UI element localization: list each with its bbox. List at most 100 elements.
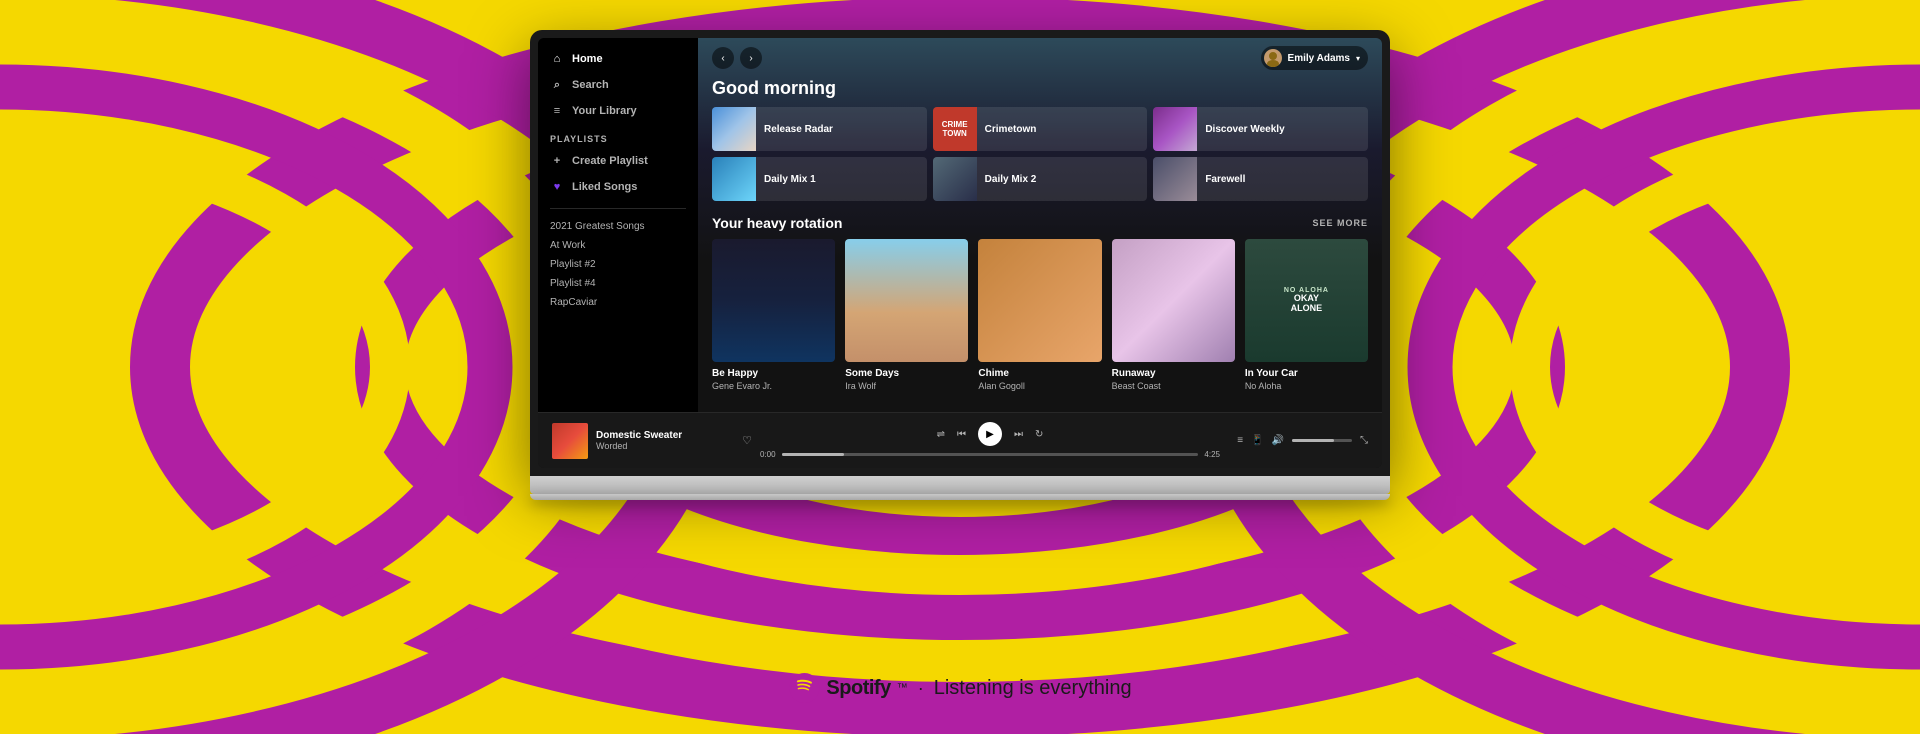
greeting-card-release-radar[interactable]: Release Radar xyxy=(712,107,927,151)
track-artist: Worded xyxy=(596,441,734,451)
nav-forward-button[interactable]: › xyxy=(740,47,762,69)
fullscreen-button[interactable]: ⤡ xyxy=(1360,435,1368,446)
bottom-branding: Spotify ™ · Listening is everything xyxy=(788,672,1131,704)
volume-slider[interactable] xyxy=(1292,439,1352,442)
some-days-title: Some Days xyxy=(845,368,968,379)
spotify-logo: Spotify ™ xyxy=(788,672,907,704)
repeat-button[interactable]: ↻ xyxy=(1035,429,1043,440)
in-your-car-artist: No Aloha xyxy=(1245,381,1368,391)
rotation-card-be-happy[interactable]: Be Happy Gene Evaro Jr. xyxy=(712,239,835,391)
sidebar-item-search[interactable]: ⌕ Search xyxy=(538,72,698,98)
chime-art xyxy=(978,239,1101,362)
greeting-card-daily-mix-2[interactable]: Daily Mix 2 xyxy=(933,157,1148,201)
prev-button[interactable]: ⏮ xyxy=(957,429,966,440)
nav-buttons: ‹ › xyxy=(712,47,762,69)
rotation-card-chime[interactable]: Chime Alan Gogoll xyxy=(978,239,1101,391)
app-window: ⌂ Home ⌕ Search ≡ Your Library PLAYLISTS… xyxy=(538,38,1382,468)
volume-icon: 🔊 xyxy=(1272,435,1284,446)
playlist-item[interactable]: RapCaviar xyxy=(538,293,698,312)
queue-button[interactable]: ≡ xyxy=(1237,435,1243,446)
laptop-base xyxy=(530,476,1390,494)
in-your-car-title: In Your Car xyxy=(1245,368,1368,379)
runaway-art xyxy=(1112,239,1235,362)
daily-mix-1-art xyxy=(712,157,756,201)
create-playlist-button[interactable]: + Create Playlist xyxy=(538,148,698,174)
spotify-icon xyxy=(788,672,820,704)
player-bar: Domestic Sweater Worded ♡ ⇌ ⏮ ▶ ⏭ ↻ 0:00 xyxy=(538,412,1382,468)
progress-fill xyxy=(782,453,845,456)
in-your-car-art: NO ALOHA OKAYALONE xyxy=(1245,239,1368,362)
rotation-card-runaway[interactable]: Runaway Beast Coast xyxy=(1112,239,1235,391)
release-radar-title: Release Radar xyxy=(764,124,833,135)
plus-icon: + xyxy=(550,154,564,168)
some-days-artist: Ira Wolf xyxy=(845,381,968,391)
laptop-foot xyxy=(530,494,1390,500)
discover-weekly-title: Discover Weekly xyxy=(1205,124,1284,135)
rotation-title: Your heavy rotation xyxy=(712,215,842,231)
now-playing: Domestic Sweater Worded ♡ xyxy=(552,423,752,459)
playlist-item[interactable]: At Work xyxy=(538,236,698,255)
liked-songs-button[interactable]: ♥ Liked Songs xyxy=(538,174,698,200)
next-button[interactable]: ⏭ xyxy=(1014,429,1023,440)
search-icon: ⌕ xyxy=(550,78,564,92)
time-total: 4:25 xyxy=(1204,450,1220,459)
shuffle-button[interactable]: ⇌ xyxy=(937,429,945,440)
chime-title: Chime xyxy=(978,368,1101,379)
sidebar: ⌂ Home ⌕ Search ≡ Your Library PLAYLISTS… xyxy=(538,38,698,412)
discover-weekly-art xyxy=(1153,107,1197,151)
nav-back-button[interactable]: ‹ xyxy=(712,47,734,69)
library-icon: ≡ xyxy=(550,104,564,118)
crimetown-art: CRIME TOWN xyxy=(933,107,977,151)
greeting-grid: Release Radar CRIME TOWN Crimetown Disco… xyxy=(698,107,1382,215)
tagline: Listening is everything xyxy=(934,677,1132,700)
play-pause-button[interactable]: ▶ xyxy=(978,422,1002,446)
main-content: ‹ › Emily Adams ▾ xyxy=(698,38,1382,412)
daily-mix-2-title: Daily Mix 2 xyxy=(985,174,1037,185)
playlist-item[interactable]: Playlist #4 xyxy=(538,274,698,293)
runaway-title: Runaway xyxy=(1112,368,1235,379)
daily-mix-2-art xyxy=(933,157,977,201)
devices-button[interactable]: 📱 xyxy=(1251,435,1263,446)
progress-bar-container: 0:00 4:25 xyxy=(760,450,1220,459)
user-name: Emily Adams xyxy=(1288,53,1350,64)
sidebar-item-home[interactable]: ⌂ Home xyxy=(538,46,698,72)
user-avatar xyxy=(1264,49,1282,67)
greeting-card-discover-weekly[interactable]: Discover Weekly xyxy=(1153,107,1368,151)
be-happy-title: Be Happy xyxy=(712,368,835,379)
playlist-item[interactable]: Playlist #2 xyxy=(538,255,698,274)
greeting-card-crimetown[interactable]: CRIME TOWN Crimetown xyxy=(933,107,1148,151)
home-icon: ⌂ xyxy=(550,52,564,66)
volume-fill xyxy=(1292,439,1334,442)
chevron-down-icon: ▾ xyxy=(1356,54,1360,63)
user-menu-button[interactable]: Emily Adams ▾ xyxy=(1261,46,1368,70)
rotation-grid: Be Happy Gene Evaro Jr. Some Days Ira Wo… xyxy=(698,239,1382,405)
now-playing-art xyxy=(552,423,588,459)
time-current: 0:00 xyxy=(760,450,776,459)
release-radar-art xyxy=(712,107,756,151)
greeting-card-daily-mix-1[interactable]: Daily Mix 1 xyxy=(712,157,927,201)
rotation-card-some-days[interactable]: Some Days Ira Wolf xyxy=(845,239,968,391)
player-right-controls: ≡ 📱 🔊 ⤡ xyxy=(1228,435,1368,446)
spotify-wordmark: Spotify xyxy=(826,677,890,700)
greeting-card-farewell[interactable]: Farewell xyxy=(1153,157,1368,201)
laptop-mockup: ⌂ Home ⌕ Search ≡ Your Library PLAYLISTS… xyxy=(530,30,1390,500)
rotation-card-in-your-car[interactable]: NO ALOHA OKAYALONE In Your Car No Aloha xyxy=(1245,239,1368,391)
progress-track[interactable] xyxy=(782,453,1199,456)
be-happy-art xyxy=(712,239,835,362)
runaway-artist: Beast Coast xyxy=(1112,381,1235,391)
playlist-item[interactable]: 2021 Greatest Songs xyxy=(538,217,698,236)
now-playing-info: Domestic Sweater Worded xyxy=(596,430,734,451)
sidebar-item-library[interactable]: ≡ Your Library xyxy=(538,98,698,124)
rotation-header: Your heavy rotation SEE MORE xyxy=(698,215,1382,239)
be-happy-artist: Gene Evaro Jr. xyxy=(712,381,835,391)
topbar: ‹ › Emily Adams ▾ xyxy=(698,38,1382,78)
heart-icon: ♥ xyxy=(550,180,564,194)
farewell-title: Farewell xyxy=(1205,174,1245,185)
player-controls: ⇌ ⏮ ▶ ⏭ ↻ 0:00 4:25 xyxy=(760,422,1220,459)
daily-mix-1-title: Daily Mix 1 xyxy=(764,174,816,185)
see-more-button[interactable]: SEE MORE xyxy=(1312,218,1368,228)
some-days-art xyxy=(845,239,968,362)
like-button[interactable]: ♡ xyxy=(742,434,752,447)
playlists-section-label: PLAYLISTS xyxy=(538,124,698,148)
greeting-heading: Good morning xyxy=(698,78,1382,107)
